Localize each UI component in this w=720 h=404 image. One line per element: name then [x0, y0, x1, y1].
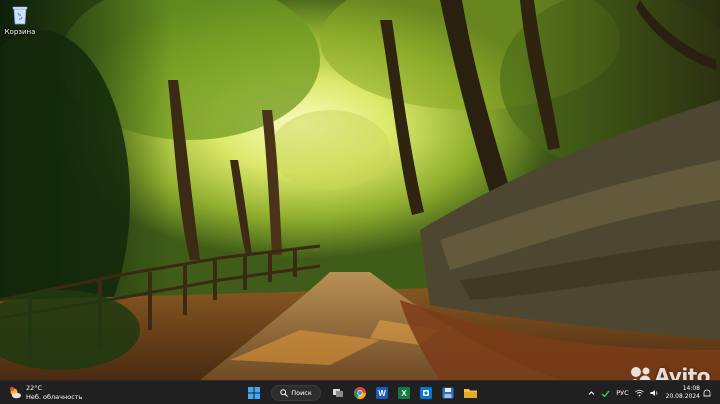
speaker-icon — [650, 390, 657, 396]
tray-overflow-button[interactable] — [588, 390, 595, 396]
weather-widget[interactable]: 22°C Неб. облачность — [8, 383, 82, 403]
desktop-screen: Корзина Avito 22°C Неб. облачность Поиск… — [0, 0, 720, 404]
chrome-icon — [354, 387, 366, 399]
recycle-bin-shortcut[interactable]: Корзина — [4, 4, 36, 36]
folder-icon — [463, 389, 477, 398]
tray-app-button[interactable] — [601, 389, 610, 398]
save-button[interactable] — [440, 385, 456, 401]
excel-icon: X — [398, 387, 410, 399]
volume-button[interactable] — [650, 389, 659, 397]
outlook-icon — [420, 387, 432, 399]
chrome-button[interactable] — [352, 385, 368, 401]
taskbar-center: Поиск W X — [243, 384, 481, 402]
partly-cloudy-icon — [10, 387, 21, 399]
file-explorer-button[interactable] — [462, 385, 478, 401]
recycle-bin-label: Корзина — [4, 28, 36, 36]
search-icon — [280, 389, 289, 397]
outlook-button[interactable] — [418, 385, 434, 401]
word-button[interactable]: W — [374, 385, 390, 401]
excel-button[interactable]: X — [396, 385, 412, 401]
bell-icon — [703, 389, 711, 396]
wallpaper — [0, 0, 720, 380]
search-label: Поиск — [291, 389, 312, 397]
check-shield-icon — [601, 390, 610, 398]
notifications-button[interactable] — [703, 389, 711, 398]
taskbar: 22°C Неб. облачность Поиск W X РУС 14:08… — [0, 380, 720, 404]
search-button[interactable]: Поиск — [271, 385, 321, 401]
recycle-bin-icon — [12, 6, 28, 25]
clock[interactable]: 14:08 20.08.2024 — [666, 385, 700, 401]
clock-time: 14:08 — [682, 385, 700, 392]
word-icon: W — [376, 387, 388, 399]
weather-condition: Неб. облачность — [26, 393, 83, 401]
language-label: РУС — [616, 389, 629, 397]
wifi-icon — [634, 389, 644, 397]
system-tray: РУС 14:08 20.08.2024 — [585, 383, 714, 403]
floppy-disk-icon — [442, 387, 454, 399]
clock-date: 20.08.2024 — [665, 393, 700, 400]
windows-logo-icon — [248, 387, 260, 399]
language-indicator[interactable]: РУС — [616, 389, 628, 397]
weather-temperature: 22°C — [26, 384, 43, 392]
svg-text:X: X — [401, 389, 407, 398]
task-view-icon — [333, 389, 343, 397]
chevron-up-icon — [588, 391, 595, 395]
network-button[interactable] — [634, 389, 644, 397]
svg-text:W: W — [378, 389, 386, 398]
start-button[interactable] — [246, 385, 262, 401]
task-view-button[interactable] — [330, 385, 346, 401]
